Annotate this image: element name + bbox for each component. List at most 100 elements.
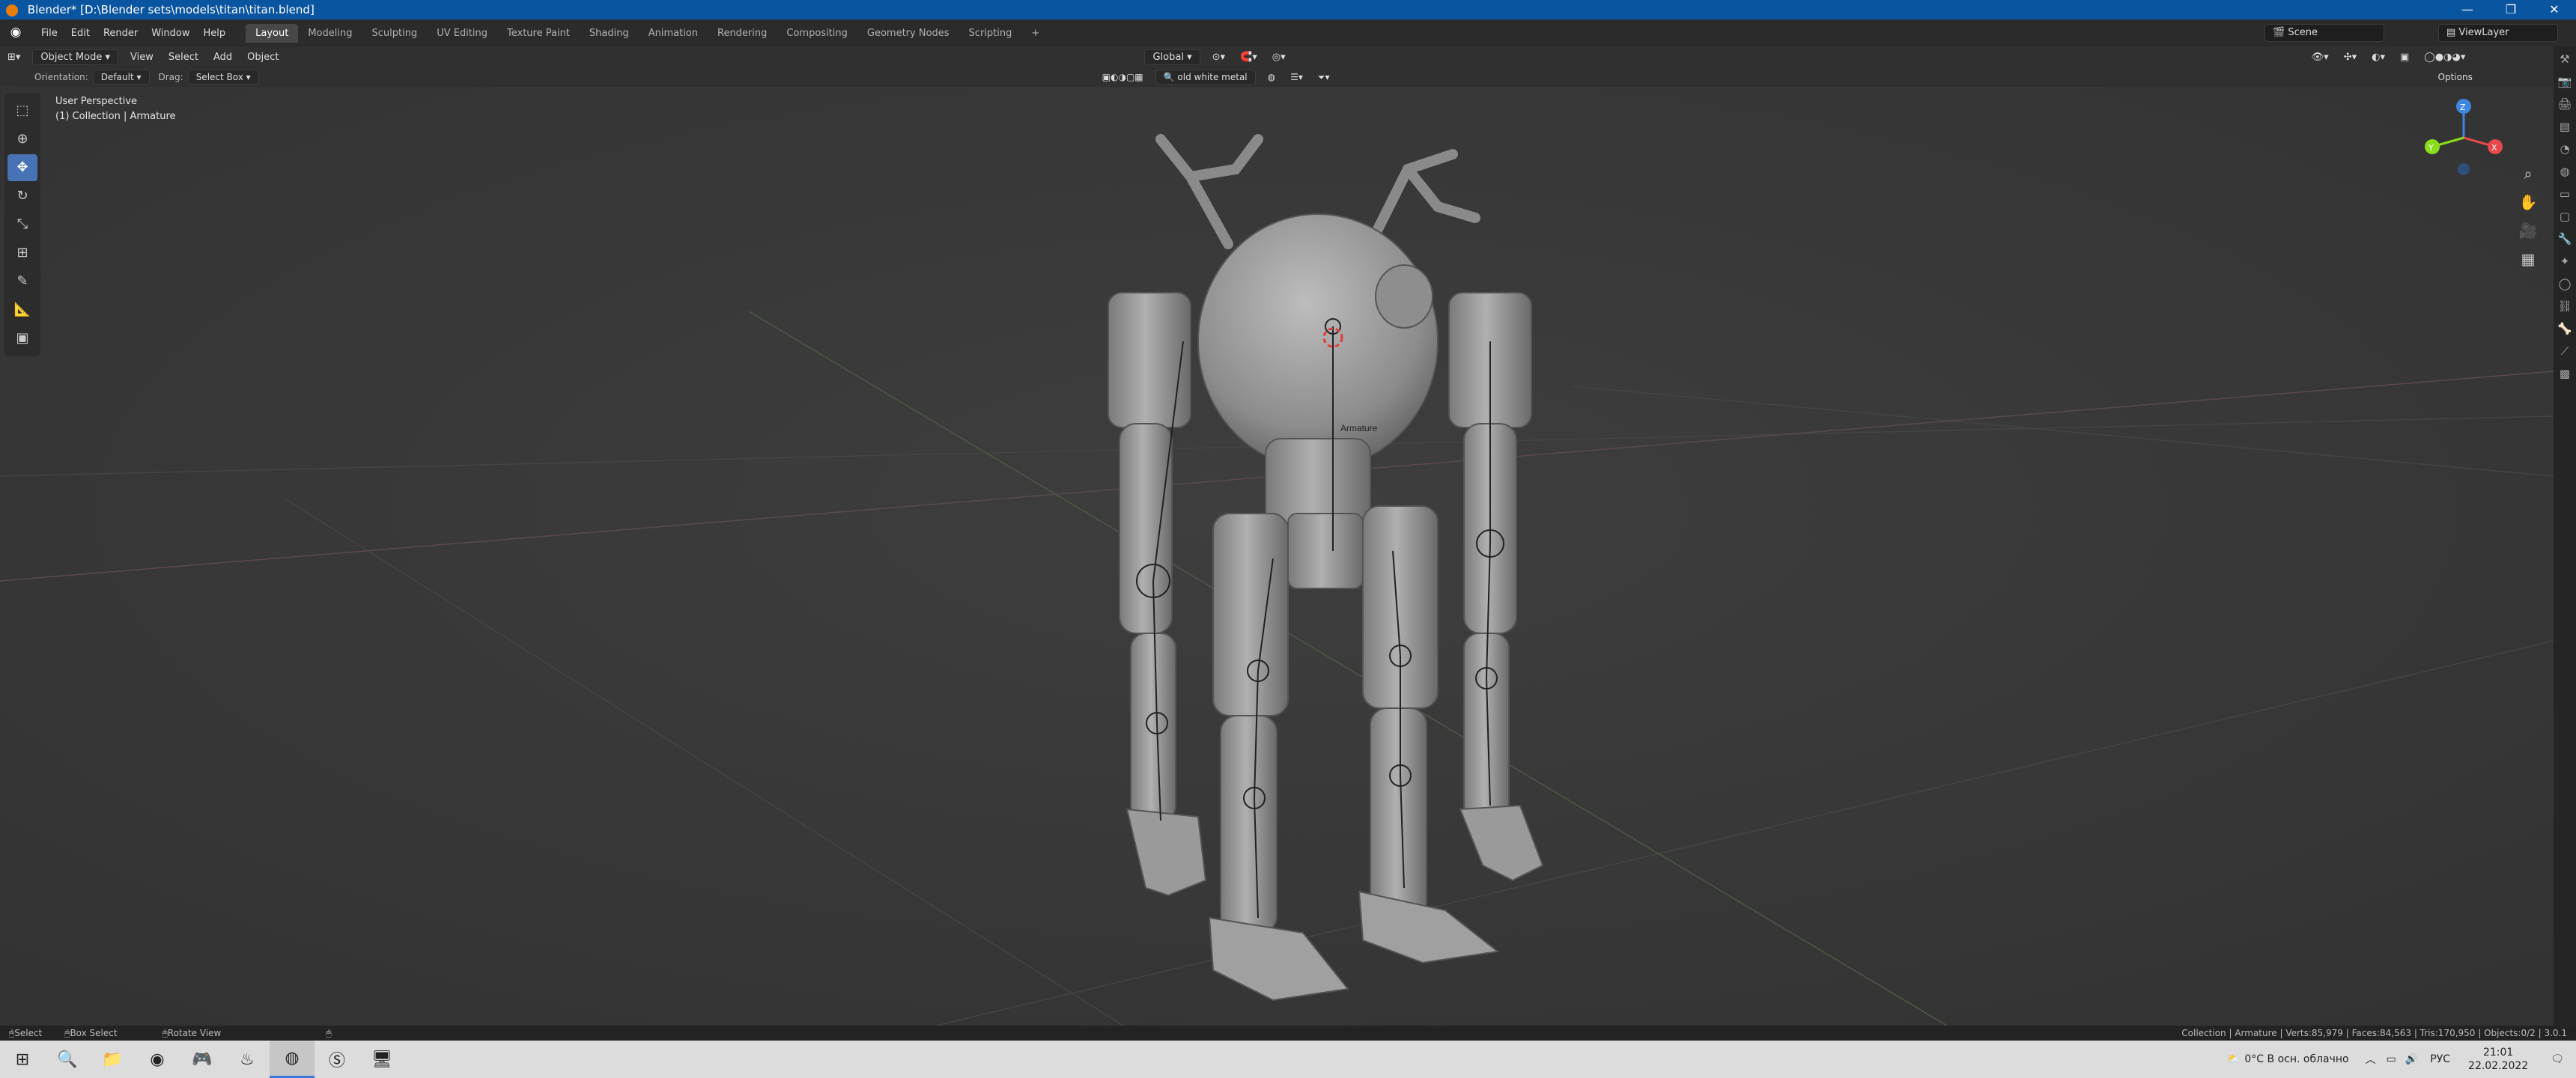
robot-shin-right (1370, 707, 1427, 919)
chrome-icon[interactable]: ◉ (135, 1041, 180, 1078)
modifier-properties-icon[interactable]: 🔧 (2555, 229, 2575, 249)
menu-window[interactable]: Window (145, 28, 196, 39)
options-button[interactable]: Options (2431, 72, 2480, 82)
language-indicator[interactable]: РУС (2422, 1053, 2458, 1065)
tab-scripting[interactable]: Scripting (959, 24, 1022, 43)
tab-texture-paint[interactable]: Texture Paint (497, 24, 580, 43)
data-properties-icon[interactable]: 🦴 (2555, 319, 2575, 338)
3d-viewport[interactable]: Armature User Perspective (1) Collection… (0, 87, 2554, 1026)
rotate-tool-icon[interactable]: ↻ (7, 183, 37, 210)
world-properties-icon[interactable]: ◍ (2555, 162, 2575, 181)
clock[interactable]: 21:01 22.02.2022 (2458, 1046, 2539, 1073)
menu-file[interactable]: File (34, 28, 64, 39)
volume-icon[interactable]: 🔊 (2401, 1053, 2422, 1065)
editor-type-icon[interactable]: ⊞▾ (0, 52, 28, 63)
blender-taskbar-icon[interactable]: ◍ (270, 1041, 315, 1078)
physics-properties-icon[interactable]: ◯ (2555, 274, 2575, 293)
view-layer-properties-icon[interactable]: ▤ (2555, 117, 2575, 136)
pan-hand-icon[interactable]: ✋ (2516, 190, 2540, 214)
system-tray: ⛅ 0°C В осн. облачно ︿ ▭ 🔊 РУС 21:01 22.… (2227, 1041, 2576, 1078)
weather-text[interactable]: 0°C В осн. облачно (2240, 1053, 2359, 1065)
navigation-gizmo[interactable]: Z X Y (2419, 93, 2509, 183)
tab-rendering[interactable]: Rendering (708, 24, 777, 43)
tab-shading[interactable]: Shading (580, 24, 639, 43)
particles-properties-icon[interactable]: ✦ (2555, 252, 2575, 271)
tab-sculpting[interactable]: Sculpting (362, 24, 427, 43)
scene-name: Scene (2288, 27, 2318, 38)
shading-buttons-icon[interactable]: ▣◐◑▢▦ (1095, 72, 1151, 82)
discord-icon[interactable]: 🎮 (180, 1041, 225, 1078)
maximize-button[interactable]: ❐ (2489, 0, 2533, 19)
menu-render[interactable]: Render (97, 28, 145, 39)
menu-add[interactable]: Add (206, 52, 240, 63)
constraints-properties-icon[interactable]: ⛓ (2555, 296, 2575, 316)
render-properties-icon[interactable]: 📷 (2555, 72, 2575, 91)
object-properties-icon[interactable]: ▢ (2555, 207, 2575, 226)
orientation-dropdown[interactable]: Default ▾ (92, 70, 150, 85)
snap-icon[interactable]: 🧲▾ (1233, 52, 1265, 63)
mode-dropdown[interactable]: Object Mode ▾ (32, 49, 118, 65)
scale-tool-icon[interactable]: ⤡ (7, 211, 37, 238)
tab-layout[interactable]: Layout (246, 23, 299, 43)
tray-chevron-icon[interactable]: ︿ (2360, 1052, 2382, 1067)
add-cube-tool-icon[interactable]: ▣ (7, 325, 37, 352)
network-icon[interactable]: ▭ (2382, 1053, 2401, 1065)
measure-tool-icon[interactable]: 📐 (7, 296, 37, 323)
proportional-edit-icon[interactable]: ◎▾ (1265, 52, 1293, 63)
tab-geometry-nodes[interactable]: Geometry Nodes (857, 24, 959, 43)
add-workspace-button[interactable]: + (1021, 24, 1049, 43)
remote-desktop-icon[interactable]: 🖥 (359, 1041, 404, 1078)
skype-icon[interactable]: Ⓢ (315, 1041, 359, 1078)
material-sphere-icon[interactable]: ◍ (1260, 72, 1283, 82)
overlay-toggle-icon[interactable]: ◐▾ (2364, 52, 2393, 63)
transform-tool-icon[interactable]: ⊞ (7, 240, 37, 267)
view-layer-selector[interactable]: ▤ ViewLayer (2438, 24, 2558, 42)
material-search[interactable]: 🔍 old white metal (1155, 70, 1256, 85)
visibility-icon[interactable]: 👁▾ (2304, 52, 2336, 63)
menu-select[interactable]: Select (161, 52, 206, 63)
transform-orientation-dropdown[interactable]: Global ▾ (1144, 49, 1200, 65)
tab-modeling[interactable]: Modeling (298, 24, 362, 43)
menu-object[interactable]: Object (240, 52, 286, 63)
pivot-icon[interactable]: ⊙▾ (1205, 52, 1233, 63)
gizmo-toggle-icon[interactable]: ✣▾ (2336, 52, 2364, 63)
tab-uv-editing[interactable]: UV Editing (427, 24, 497, 43)
zoom-icon[interactable]: ⌕ (2516, 162, 2540, 186)
viewport-header: ⊞▾ Object Mode ▾ View Select Add Object … (0, 46, 2576, 67)
weather-icon[interactable]: ⛅ (2227, 1053, 2240, 1065)
scene-properties-icon[interactable]: ◔ (2555, 139, 2575, 159)
window-title: Blender* [D:\Blender sets\models\titan\t… (27, 3, 315, 16)
menu-edit[interactable]: Edit (64, 28, 97, 39)
camera-view-icon[interactable]: 🎥 (2516, 219, 2540, 243)
start-button-windows-icon[interactable]: ⊞ (0, 1041, 45, 1078)
tab-animation[interactable]: Animation (639, 24, 708, 43)
perspective-toggle-icon[interactable]: ▦ (2516, 247, 2540, 271)
close-button[interactable]: ✕ (2533, 0, 2576, 19)
drag-dropdown[interactable]: Select Box ▾ (187, 70, 259, 85)
file-explorer-icon[interactable]: 📁 (90, 1041, 135, 1078)
menu-view[interactable]: View (123, 52, 161, 63)
filter-icon[interactable]: ⏷▾ (1310, 72, 1337, 83)
annotate-tool-icon[interactable]: ✎ (7, 268, 37, 295)
notifications-icon[interactable]: 🗨 (2539, 1053, 2576, 1065)
blender-menu-icon[interactable]: ◉ (6, 25, 25, 41)
menu-help[interactable]: Help (197, 28, 233, 39)
select-tool-icon[interactable]: ⬚ (7, 97, 37, 124)
sort-icon[interactable]: ☰▾ (1283, 72, 1310, 82)
xray-icon[interactable]: ▣ (2393, 52, 2416, 63)
output-properties-icon[interactable]: 🖨 (2555, 94, 2575, 114)
tool-properties-icon[interactable]: ⚒ (2555, 49, 2575, 69)
orientation-value: Default (100, 72, 134, 82)
texture-properties-icon[interactable]: ▩ (2555, 364, 2575, 383)
steam-icon[interactable]: ♨ (225, 1041, 270, 1078)
move-tool-icon[interactable]: ✥ (7, 154, 37, 181)
bone-properties-icon[interactable]: ⟋ (2555, 341, 2575, 361)
collection-properties-icon[interactable]: ▭ (2555, 184, 2575, 204)
scene-selector[interactable]: 🎬 Scene (2264, 24, 2384, 42)
search-icon[interactable]: 🔍 (45, 1041, 90, 1078)
tab-compositing[interactable]: Compositing (777, 24, 857, 43)
drag-label: Drag: (158, 72, 183, 82)
minimize-button[interactable]: — (2446, 0, 2489, 19)
shading-modes-icon[interactable]: ◯●◑◕▾ (2416, 52, 2473, 63)
cursor-tool-icon[interactable]: ⊕ (7, 126, 37, 153)
